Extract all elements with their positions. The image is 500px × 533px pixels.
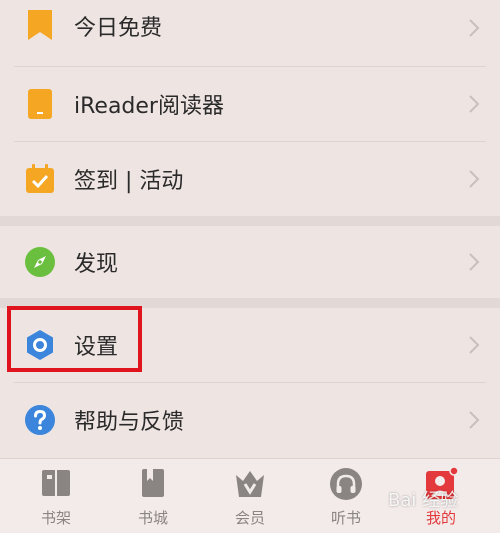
calendar-check-icon xyxy=(26,164,54,193)
chevron-right-icon xyxy=(469,95,480,113)
ereader-device-icon xyxy=(28,89,52,119)
menu-item-ireader[interactable]: iReader阅读器 xyxy=(0,67,500,141)
bookstore-icon xyxy=(142,469,164,497)
tab-audiobook[interactable]: 听书 xyxy=(296,459,396,533)
settings-highlight-box xyxy=(7,306,142,372)
section-divider xyxy=(0,216,500,226)
menu-item-checkin-activity[interactable]: 签到 | 活动 xyxy=(0,142,500,216)
chevron-right-icon xyxy=(469,411,480,429)
menu-item-discover[interactable]: 发现 xyxy=(0,226,500,298)
tab-bookshelf[interactable]: 书架 xyxy=(6,459,106,533)
chevron-right-icon xyxy=(469,19,480,37)
bookmark-icon xyxy=(28,10,52,40)
tab-bookstore[interactable]: 书城 xyxy=(103,459,203,533)
headphones-icon xyxy=(330,468,362,500)
menu-item-label: 今日免费 xyxy=(74,16,163,41)
vip-crown-icon xyxy=(236,471,264,497)
menu-item-today-free[interactable]: 今日免费 xyxy=(0,0,500,58)
menu-item-label: 发现 xyxy=(74,252,119,277)
tab-vip[interactable]: 会员 xyxy=(200,459,300,533)
compass-icon xyxy=(25,247,55,277)
menu-item-help-feedback[interactable]: 帮助与反馈 xyxy=(0,383,500,457)
baidu-jingyan-watermark: Bai 经验 xyxy=(388,490,459,511)
menu-item-label: 帮助与反馈 xyxy=(74,410,185,435)
bookshelf-icon xyxy=(42,470,70,496)
chevron-right-icon xyxy=(469,336,480,354)
chevron-right-icon xyxy=(469,253,480,271)
chevron-right-icon xyxy=(469,170,480,188)
menu-item-label: iReader阅读器 xyxy=(74,94,224,119)
tab-label: 听书 xyxy=(330,509,361,527)
help-icon xyxy=(25,405,55,435)
tab-label: 会员 xyxy=(234,509,265,527)
tab-label: 书城 xyxy=(137,509,168,527)
tab-label: 书架 xyxy=(40,509,71,527)
menu-item-label: 签到 | 活动 xyxy=(74,169,184,194)
